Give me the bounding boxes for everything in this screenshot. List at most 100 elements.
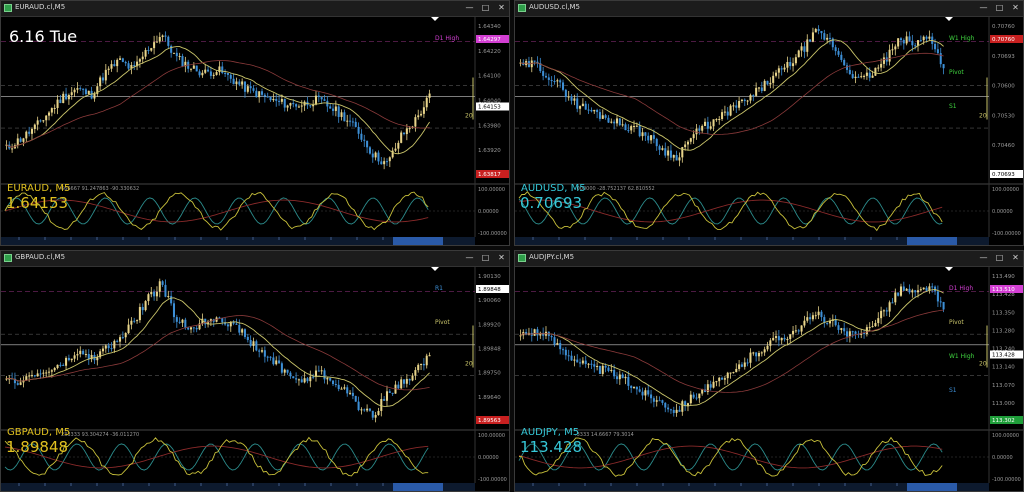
titlebar[interactable]: AUDJPY.cl,M5 — □ ✕ xyxy=(515,251,1023,267)
chart-window-audjpy[interactable]: AUDJPY.cl,M5 — □ ✕ 113.490 113.428 113.350… xyxy=(514,250,1024,492)
candle-body xyxy=(368,408,371,411)
candle-body xyxy=(50,108,53,113)
price-chart[interactable]: 0.707600.706930.706000.705300.704600.704… xyxy=(515,16,1024,246)
candle-body xyxy=(820,311,823,318)
candle-body xyxy=(604,115,607,118)
close-icon[interactable]: ✕ xyxy=(496,2,507,14)
candle-body xyxy=(766,80,769,85)
candle-body xyxy=(811,315,814,320)
price-chart[interactable]: 1.643401.642201.641001.640401.639801.639… xyxy=(1,16,510,246)
price-tick-label: 0.70460 xyxy=(992,143,1015,149)
level-label: Pivot xyxy=(435,319,450,326)
candle-body xyxy=(729,372,732,374)
candle-body xyxy=(931,286,934,288)
candle-body xyxy=(914,290,917,293)
maximize-icon[interactable]: □ xyxy=(994,2,1005,14)
candle-body xyxy=(922,287,925,290)
candle-body xyxy=(567,355,570,357)
oscillator-signal xyxy=(4,197,429,225)
minimize-icon[interactable]: — xyxy=(464,2,475,14)
candle-body xyxy=(400,132,403,143)
candle-body xyxy=(295,378,298,380)
candle-body xyxy=(562,82,565,90)
maximize-icon[interactable]: □ xyxy=(480,2,491,14)
candle-body xyxy=(70,92,73,96)
titlebar[interactable]: EURAUD.cl,M5 — □ ✕ xyxy=(1,1,509,17)
candle-body xyxy=(153,42,156,49)
titlebar[interactable]: GBPAUD.cl,M5 — □ ✕ xyxy=(1,251,509,267)
candle-body xyxy=(942,302,945,310)
oscillator-signal xyxy=(4,443,429,471)
candle-body xyxy=(877,318,880,324)
chart-window-euraud[interactable]: EURAUD.cl,M5 — □ ✕ 1.64340 1.64220 1.64100… xyxy=(0,0,510,246)
minimize-icon[interactable]: — xyxy=(464,252,475,264)
candle-body xyxy=(780,337,783,341)
current-price: 113.428 xyxy=(520,438,583,456)
candle-body xyxy=(618,118,621,126)
candle-body xyxy=(25,376,28,381)
candle-body xyxy=(553,80,556,82)
minimize-icon[interactable]: — xyxy=(978,2,989,14)
candle-body xyxy=(192,65,195,69)
candle-body xyxy=(175,317,178,322)
candle-body xyxy=(607,117,610,123)
candle-body xyxy=(846,65,849,70)
price-chart[interactable]: 113.490113.428113.350113.280113.240113.1… xyxy=(515,266,1024,492)
candle-body xyxy=(119,337,122,342)
price-box-label: 1.89848 xyxy=(478,287,501,293)
candle-body xyxy=(786,62,789,68)
candle-body xyxy=(101,348,104,352)
price-tick-label: 1.64100 xyxy=(478,74,501,80)
candle-body xyxy=(723,111,726,113)
candle-body xyxy=(860,76,863,78)
candle-body xyxy=(837,51,840,55)
candle-body xyxy=(763,80,766,91)
price-chart[interactable]: 1.90130 1.90060 1.89920 1.89848 1.89750 1.896… xyxy=(1,266,510,492)
level-label: D1 High xyxy=(949,285,973,292)
candle-body xyxy=(19,138,22,142)
maximize-icon[interactable]: □ xyxy=(480,252,491,264)
oscillator-header: .000000 -28.752137 62.810552 xyxy=(575,186,655,192)
candle-body xyxy=(749,352,752,363)
candle-body xyxy=(712,119,715,127)
candle-body xyxy=(349,120,352,122)
candle-body xyxy=(403,379,406,384)
candle-body xyxy=(630,126,633,131)
price-tick-label: 1.64220 xyxy=(478,49,501,55)
maximize-icon[interactable]: □ xyxy=(994,252,1005,264)
candle-body xyxy=(721,377,724,380)
candle-body xyxy=(405,378,408,384)
chart-window-gbpaud[interactable]: GBPAUD.cl,M5 — □ ✕ 1.90130 1.90060 1.89920… xyxy=(0,250,510,492)
candle-body xyxy=(769,340,772,346)
candle-body xyxy=(136,320,139,322)
candle-body xyxy=(667,150,670,156)
candle-body xyxy=(178,56,181,58)
titlebar[interactable]: AUDUSD.cl,M5 — □ ✕ xyxy=(515,1,1023,17)
close-icon[interactable]: ✕ xyxy=(1010,2,1021,14)
candle-body xyxy=(101,77,104,81)
candle-body xyxy=(374,414,377,418)
candle-body xyxy=(721,112,724,119)
candle-body xyxy=(79,350,82,355)
price-tick-label: 1.63920 xyxy=(478,148,501,154)
candle-body xyxy=(272,357,275,365)
candle-body xyxy=(613,121,616,124)
candle-body xyxy=(726,372,729,379)
candle-body xyxy=(403,132,406,135)
chart-window-audusd[interactable]: AUDUSD.cl,M5 — □ ✕ 0.70760 0.70693 0.70600… xyxy=(514,0,1024,246)
close-icon[interactable]: ✕ xyxy=(496,252,507,264)
candle-body xyxy=(334,384,337,386)
candle-body xyxy=(800,325,803,332)
minimize-icon[interactable]: — xyxy=(978,252,989,264)
candle-body xyxy=(263,350,266,357)
shift-marker-icon xyxy=(431,17,439,21)
candle-body xyxy=(533,329,536,336)
candle-body xyxy=(533,60,536,62)
oscillator-header: .3333 14.6667 79.3014 xyxy=(575,432,634,438)
close-icon[interactable]: ✕ xyxy=(1010,252,1021,264)
candle-body xyxy=(888,302,891,312)
candle-body xyxy=(598,112,601,119)
window-controls: — □ ✕ xyxy=(464,2,507,14)
candle-body xyxy=(542,71,545,76)
candle-body xyxy=(570,96,573,101)
